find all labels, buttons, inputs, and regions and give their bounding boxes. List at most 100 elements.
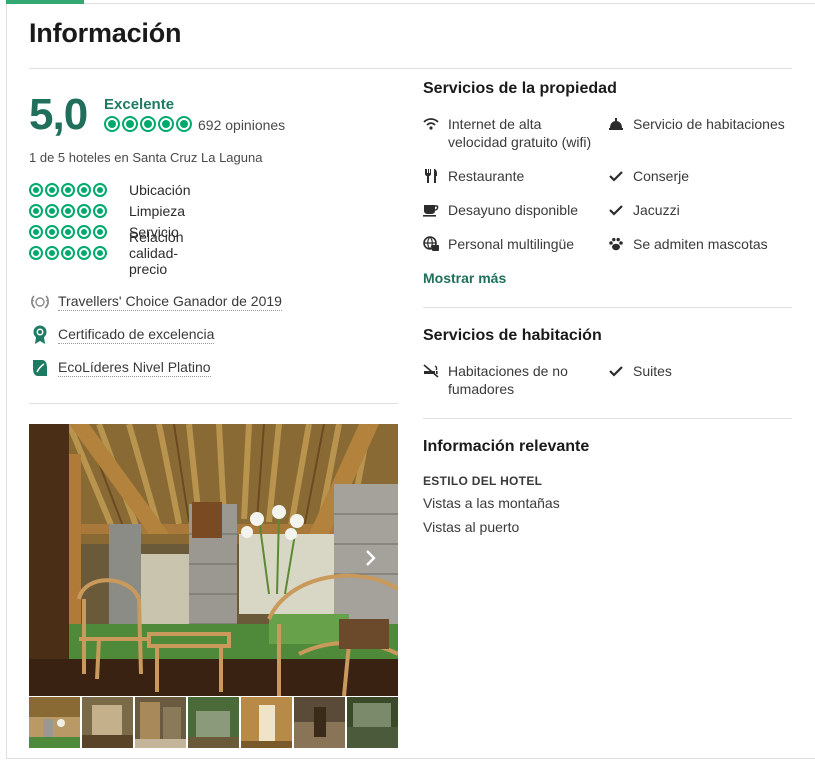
hotel-style-heading: ESTILO DEL HOTEL xyxy=(423,474,543,488)
certificate-icon xyxy=(29,325,51,345)
photo-thumbnail[interactable] xyxy=(135,697,186,748)
leaf-icon xyxy=(29,359,51,377)
divider xyxy=(423,418,792,419)
photo-thumbnail[interactable] xyxy=(188,697,239,748)
sub-rating-row: Ubicación xyxy=(29,179,190,200)
sub-rating-label: Relación calidad-precio xyxy=(129,228,184,277)
rating-bubble-icon xyxy=(29,182,43,197)
photo-thumbnail[interactable] xyxy=(347,697,398,748)
award-certificate[interactable]: Certificado de excelencia xyxy=(29,318,282,351)
sub-rating-bubbles xyxy=(29,224,107,239)
rating-bubble-icon xyxy=(61,245,75,260)
rating-bubble-icon xyxy=(93,224,107,239)
chevron-right-icon[interactable] xyxy=(360,548,380,568)
rating-bubble-icon xyxy=(77,245,91,260)
amenity-item: Servicio de habitaciones xyxy=(608,115,798,133)
amenity-item: Jacuzzi xyxy=(608,201,798,219)
photo-thumbnail[interactable] xyxy=(82,697,133,748)
amenity-item: Restaurante xyxy=(423,167,603,185)
hotel-photo-carousel[interactable] xyxy=(29,424,398,696)
overall-score: 5,0 xyxy=(29,90,88,139)
check-icon xyxy=(608,202,624,218)
award-travellers-choice[interactable]: Travellers' Choice Ganador de 2019 xyxy=(29,285,282,318)
show-more-link[interactable]: Mostrar más xyxy=(423,270,506,286)
room-amenities-title: Servicios de habitación xyxy=(423,327,602,344)
check-icon xyxy=(608,363,624,379)
amenity-item: Desayuno disponible xyxy=(423,201,603,219)
amenity-item: Conserje xyxy=(608,167,798,185)
amenity-item: Internet de alta velocidad gratuito (wif… xyxy=(423,115,603,151)
award-label: Travellers' Choice Ganador de 2019 xyxy=(58,292,282,311)
amenity-label: Restaurante xyxy=(448,168,525,184)
award-ecoleaders[interactable]: EcoLíderes Nivel Platino xyxy=(29,351,282,384)
property-amenities-title: Servicios de la propiedad xyxy=(423,80,617,97)
rating-bubble-icon xyxy=(29,245,43,260)
rating-bubble-icon xyxy=(93,245,107,260)
rating-bubble-icon xyxy=(29,224,43,239)
photo-thumbnails xyxy=(29,697,398,748)
restaurant-icon xyxy=(423,168,439,184)
amenity-label: Habitaciones de no fumadores xyxy=(448,363,568,397)
amenity-label: Personal multilingüe xyxy=(448,236,575,252)
no-smoking-icon xyxy=(423,363,439,379)
active-tab-indicator xyxy=(6,0,84,4)
divider xyxy=(29,403,398,404)
amenity-label: Jacuzzi xyxy=(633,202,680,218)
rating-bubble-icon xyxy=(77,224,91,239)
amenity-item: Suites xyxy=(608,362,798,380)
hotel-style-item: Vistas al puerto xyxy=(423,519,520,535)
divider xyxy=(29,68,792,69)
rating-bubble-icon xyxy=(93,182,107,197)
hotel-photo xyxy=(29,424,398,696)
review-count-link[interactable]: 692 opiniones xyxy=(198,117,285,133)
amenity-label: Conserje xyxy=(633,168,690,184)
wifi-icon xyxy=(423,116,439,132)
sub-rating-row: Relación calidad-precio xyxy=(29,229,183,277)
amenity-item: Habitaciones de no fumadores xyxy=(423,362,603,398)
photo-thumbnail[interactable] xyxy=(241,697,292,748)
coffee-icon xyxy=(423,202,439,218)
amenity-label: Desayuno disponible xyxy=(448,202,578,218)
rating-bubble-icon xyxy=(93,203,107,218)
amenity-label: Suites xyxy=(633,363,672,379)
amenity-item: Se admiten mascotas xyxy=(608,235,798,253)
rating-bubble-icon xyxy=(45,224,59,239)
amenity-label: Servicio de habitaciones xyxy=(633,116,785,132)
amenity-label: Se admiten mascotas xyxy=(633,236,768,252)
divider xyxy=(423,307,792,308)
rating-bubble-icon xyxy=(29,203,43,218)
sub-rating-label: Limpieza xyxy=(129,202,186,219)
multilingual-icon xyxy=(423,236,439,252)
rating-bubble-icon xyxy=(61,182,75,197)
rating-bubble-icon xyxy=(122,116,138,132)
photo-thumbnail[interactable] xyxy=(29,697,80,748)
rating-bubble-icon xyxy=(61,224,75,239)
laurel-icon xyxy=(29,294,51,310)
sub-rating-label: Ubicación xyxy=(129,181,191,198)
sub-ratings: Ubicación Limpieza Servicio Relación cal… xyxy=(29,179,190,277)
sub-rating-bubbles xyxy=(29,182,107,197)
paw-icon xyxy=(608,236,624,252)
award-label: EcoLíderes Nivel Platino xyxy=(58,358,211,377)
sub-rating-bubbles xyxy=(29,245,107,260)
photo-thumbnail[interactable] xyxy=(294,697,345,748)
ranking-text: 1 de 5 hoteles en Santa Cruz La Laguna xyxy=(29,150,263,165)
check-icon xyxy=(608,168,624,184)
rating-bubble-icon xyxy=(104,116,120,132)
rating-bubble-icon xyxy=(45,203,59,218)
rating-bubble-icon xyxy=(176,116,192,132)
rating-bubble-icon xyxy=(140,116,156,132)
page-title: Información xyxy=(29,18,182,48)
amenity-label: Internet de alta velocidad gratuito (wif… xyxy=(448,116,592,150)
relevant-info-title: Información relevante xyxy=(423,438,590,455)
rating-bubble-icon xyxy=(45,245,59,260)
sub-rating-row: Limpieza xyxy=(29,200,185,221)
rating-bubble-icon xyxy=(77,182,91,197)
overall-bubble-rating xyxy=(104,116,192,132)
awards-list: Travellers' Choice Ganador de 2019 Certi… xyxy=(29,285,282,384)
rating-bubble-icon xyxy=(77,203,91,218)
room-service-icon xyxy=(608,116,624,132)
sub-rating-bubbles xyxy=(29,203,107,218)
score-label: Excelente xyxy=(104,96,175,113)
hotel-style-item: Vistas a las montañas xyxy=(423,495,560,511)
